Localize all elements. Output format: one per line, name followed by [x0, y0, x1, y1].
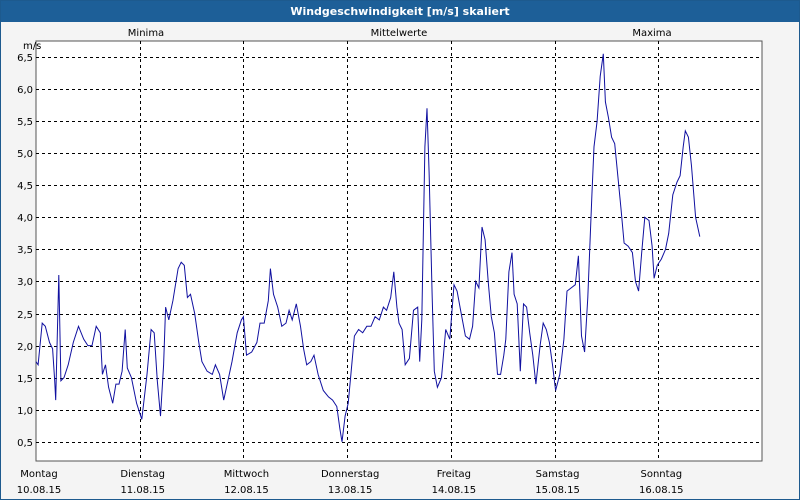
x-tick-day: Freitag: [437, 469, 471, 480]
chart-canvas: 0,51,01,52,02,53,03,54,04,55,05,56,06,5 …: [17, 28, 763, 496]
x-tick-date: 16.08.15: [639, 485, 684, 496]
x-tick-day: Samstag: [536, 469, 580, 480]
chart-window: Windgeschwindigkeit [m/s] skaliert 0,5 1,…: [0, 0, 800, 500]
x-tick-date: 14.08.15: [432, 485, 477, 496]
y-tick-label: 0,5: [17, 438, 33, 449]
x-tick-date: 13.08.15: [328, 485, 373, 496]
x-tick-date: 12.08.15: [224, 485, 269, 496]
y-tick-label: 2,5: [17, 310, 33, 321]
y-tick-label: 1,0: [17, 406, 33, 417]
legend-maxima: Maxima: [632, 28, 671, 39]
y-tick-label: 5,5: [17, 117, 33, 128]
y-tick-label: 6,0: [17, 85, 33, 96]
y-tick-label: 3,5: [17, 245, 33, 256]
x-tick-date: 10.08.15: [17, 485, 62, 496]
y-tick-label: 2,0: [17, 342, 33, 353]
x-tick-day: Sonntag: [641, 469, 683, 480]
y-tick-labels: 0,5 1,0 1,5 2,0 2,5 3,0 3,5 4,0 4,5 5,0 5,5 6,0 6,5: [17, 53, 33, 449]
y-tick-label: 1,5: [17, 374, 33, 385]
y-tick-label: 6,5: [17, 53, 33, 64]
y-tick-label: 4,5: [17, 181, 33, 192]
plot-area: [35, 40, 763, 462]
y-tick-label: 4,0: [17, 213, 33, 224]
x-tick-day: Donnerstag: [321, 469, 379, 480]
x-tick-date: 11.08.15: [120, 485, 165, 496]
y-tick-label: 5,0: [17, 149, 33, 160]
y-axis-label: m/s: [23, 41, 41, 52]
legend: Minima Mittelwerte Maxima: [128, 28, 672, 39]
x-tick-date: 15.08.15: [535, 485, 580, 496]
y-tick-label: 3,0: [17, 277, 33, 288]
legend-mittelwerte: Mittelwerte: [371, 28, 428, 39]
x-tick-day: Dienstag: [120, 469, 165, 480]
legend-minima: Minima: [128, 28, 164, 39]
x-tick-day: Mittwoch: [224, 469, 269, 480]
x-tick-day: Montag: [20, 469, 57, 480]
x-tick-labels: Montag 10.08.15 Dienstag 11.08.15 Mittwoch 12…: [17, 469, 684, 496]
window-title: Windgeschwindigkeit [m/s] skaliert: [1, 1, 799, 22]
